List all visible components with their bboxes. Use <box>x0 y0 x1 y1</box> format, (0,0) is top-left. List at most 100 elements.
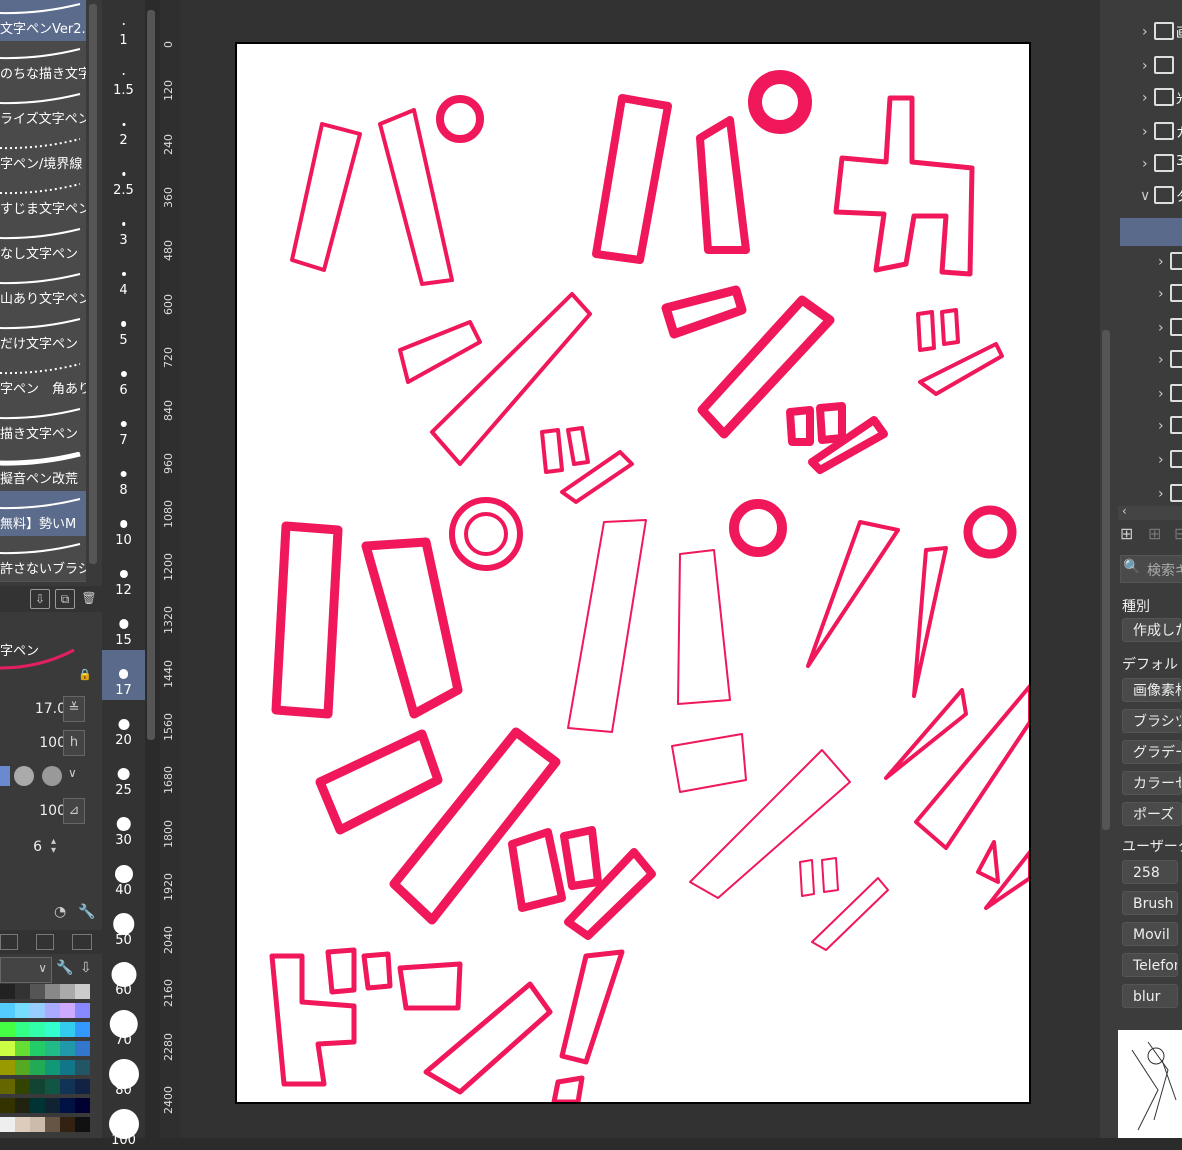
size-item[interactable]: 30 <box>102 800 145 850</box>
opacity-pressure-icon[interactable]: h <box>63 730 85 756</box>
brush-item[interactable]: 許さないブラシ <box>0 536 86 582</box>
palette-swatch[interactable] <box>0 1098 15 1113</box>
chevron-down-icon[interactable]: ∨ <box>68 766 77 780</box>
brush-list-scrollbar[interactable] <box>89 4 97 564</box>
brush-item[interactable]: 文字ペンVer2.0 <box>0 0 86 42</box>
canvas-paper[interactable] <box>235 42 1031 1104</box>
chevron-right-icon[interactable]: › <box>1158 320 1164 336</box>
brush-item[interactable]: なし文字ペン <box>0 221 86 267</box>
size-item[interactable]: 40 <box>102 850 145 900</box>
palette-swatch[interactable] <box>30 1022 45 1037</box>
duplicate-icon[interactable]: ⧉ <box>55 589 75 609</box>
canvas-scrollbar-v[interactable] <box>1102 330 1110 830</box>
tab-icon-1[interactable] <box>0 934 18 950</box>
size-item[interactable]: 12 <box>102 550 145 600</box>
palette-swatch[interactable] <box>0 1079 15 1094</box>
size-item[interactable]: 25 <box>102 750 145 800</box>
palette-swatch[interactable] <box>30 1117 45 1132</box>
brush-item[interactable]: のちな描き文字 <box>0 41 86 87</box>
new-material-icon[interactable]: ⊞ <box>1148 524 1161 543</box>
palette-swatch[interactable] <box>75 984 90 999</box>
size-item[interactable]: 1.5 <box>102 50 145 100</box>
brush-item[interactable]: だけ文字ペン <box>0 311 86 357</box>
palette-swatch[interactable] <box>75 1079 90 1094</box>
brush-item[interactable]: 擬音ペン改荒 <box>0 446 86 492</box>
palette-swatch[interactable] <box>30 1003 45 1018</box>
settings-dial-icon[interactable]: ◔ <box>54 904 66 920</box>
brush-item[interactable]: ライズ文字ペン <box>0 86 86 132</box>
palette-swatch[interactable] <box>45 1079 60 1094</box>
palette-swatch[interactable] <box>60 1098 75 1113</box>
palette-swatch[interactable] <box>15 1079 30 1094</box>
stabilization-field[interactable]: 6 ▴ ▾ <box>0 834 86 862</box>
trash-icon[interactable]: 🗑 <box>80 589 98 607</box>
size-item[interactable]: 80 <box>102 1050 145 1100</box>
delete-material-icon[interactable]: ⊟ <box>1174 524 1182 543</box>
brush-item[interactable]: すじま文字ペン <box>0 176 86 222</box>
palette-swatch[interactable] <box>15 1003 30 1018</box>
palette-swatch[interactable] <box>75 1003 90 1018</box>
palette-swatch[interactable] <box>60 1079 75 1094</box>
palette-swatch[interactable] <box>0 984 15 999</box>
tip-selected-icon[interactable] <box>0 766 10 786</box>
size-item[interactable]: 3 <box>102 200 145 250</box>
size-item[interactable]: 50 <box>102 900 145 950</box>
palette-swatch[interactable] <box>75 1060 90 1075</box>
user-tag-button[interactable]: 258 <box>1122 860 1178 884</box>
tip-round-icon[interactable] <box>14 766 34 786</box>
wrench-icon[interactable]: 🔧 <box>56 960 73 976</box>
material-preview-thumbnail[interactable] <box>1118 1030 1182 1138</box>
palette-swatch[interactable] <box>60 1003 75 1018</box>
size-item[interactable]: 10 <box>102 500 145 550</box>
size-item[interactable]: 5 <box>102 300 145 350</box>
download-icon[interactable]: ⇩ <box>80 960 92 976</box>
palette-swatch[interactable] <box>30 984 45 999</box>
palette-swatch[interactable] <box>15 1098 30 1113</box>
palette-swatch[interactable] <box>75 1041 90 1056</box>
palette-swatch[interactable] <box>15 1041 30 1056</box>
material-category-button[interactable]: 画像素材 <box>1122 678 1182 702</box>
chevron-left-icon[interactable]: ‹ <box>1122 504 1127 518</box>
material-category-button[interactable]: カラーセ <box>1122 771 1182 795</box>
size-item[interactable]: 100 <box>102 1100 145 1150</box>
user-tag-button[interactable]: Brush <box>1122 891 1178 915</box>
user-tag-button[interactable]: Telefon <box>1122 953 1178 977</box>
palette-swatch[interactable] <box>45 1041 60 1056</box>
palette-swatch[interactable] <box>45 1022 60 1037</box>
material-category-button[interactable]: ブラシツ <box>1122 709 1182 733</box>
palette-swatch[interactable] <box>45 1003 60 1018</box>
chevron-right-icon[interactable]: › <box>1142 58 1148 74</box>
palette-swatch[interactable] <box>30 1041 45 1056</box>
size-item[interactable]: 15 <box>102 600 145 650</box>
palette-swatch[interactable] <box>0 1117 15 1132</box>
palette-swatch[interactable] <box>60 1117 75 1132</box>
palette-swatch[interactable] <box>60 1060 75 1075</box>
palette-swatch[interactable] <box>60 984 75 999</box>
palette-swatch[interactable] <box>45 1060 60 1075</box>
palette-swatch[interactable] <box>15 1117 30 1132</box>
chevron-right-icon[interactable]: › <box>1158 254 1164 270</box>
size-item[interactable]: 17 <box>102 650 145 700</box>
chevron-down-icon[interactable]: ∨ <box>1140 188 1150 204</box>
chevron-right-icon[interactable]: › <box>1142 124 1148 140</box>
chevron-right-icon[interactable]: › <box>1158 386 1164 402</box>
palette-swatch[interactable] <box>15 1060 30 1075</box>
palette-swatch[interactable] <box>75 1117 90 1132</box>
download-icon[interactable]: ⇩ <box>30 589 50 609</box>
tab-icon-2[interactable] <box>36 934 54 950</box>
brush-item[interactable]: 無料】勢いM <box>0 491 86 537</box>
brush-item[interactable]: 描き文字ペン <box>0 401 86 447</box>
chevron-right-icon[interactable]: › <box>1158 452 1164 468</box>
size-item[interactable]: 2.5 <box>102 150 145 200</box>
palette-swatch[interactable] <box>15 1022 30 1037</box>
chevron-right-icon[interactable]: › <box>1158 486 1164 502</box>
density-pressure-icon[interactable]: ⊿ <box>63 798 85 824</box>
tree-row-selected[interactable] <box>1120 218 1182 246</box>
palette-swatch[interactable] <box>75 1022 90 1037</box>
brush-tip-selector[interactable]: ∨ <box>0 762 86 790</box>
size-item[interactable]: 70 <box>102 1000 145 1050</box>
tip-soft-icon[interactable] <box>42 766 62 786</box>
palette-swatch[interactable] <box>60 1022 75 1037</box>
palette-swatch[interactable] <box>0 1060 15 1075</box>
size-item[interactable]: 4 <box>102 250 145 300</box>
